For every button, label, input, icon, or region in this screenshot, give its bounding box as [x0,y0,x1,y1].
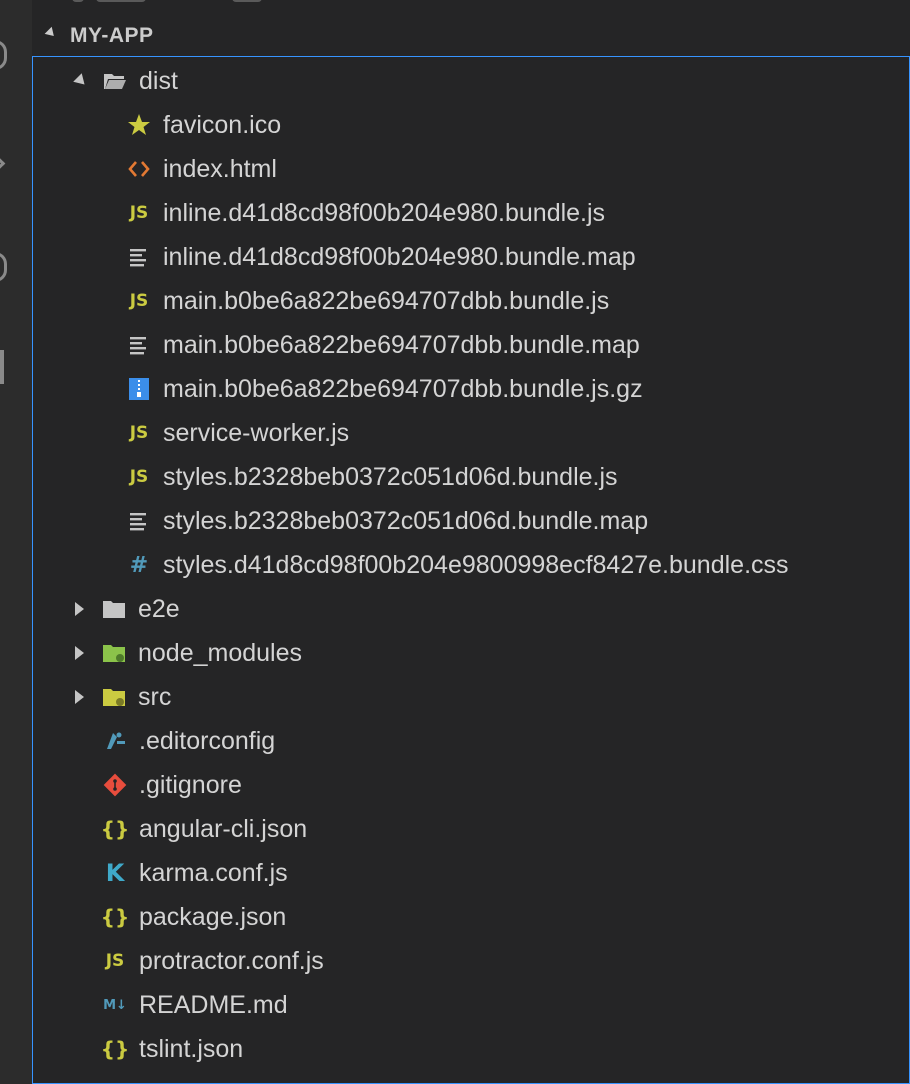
tree-item-file[interactable]: JS styles.b2328beb0372c051d06d.bundle.js [127,455,618,499]
chevron-right-icon [75,690,84,704]
explorer-sidebar: MY-APP dist favicon.ico index.html JS in… [32,10,910,1084]
chevron-down-icon [44,26,58,40]
js-icon: JS [129,423,149,443]
js-icon: JS [105,951,125,971]
section-title: MY-APP [70,24,154,47]
zip-icon [127,377,151,401]
tree-item-file[interactable]: {} angular-cli.json [100,807,307,851]
tree-item-file[interactable]: .gitignore [103,763,242,807]
tree-item-file[interactable]: favicon.ico [127,103,281,147]
js-icon: JS [129,203,149,223]
tree-item-file[interactable]: {} package.json [100,895,287,939]
map-file-icon [127,245,151,269]
tree-item-file[interactable]: index.html [127,147,277,191]
tree-item-file[interactable]: JS protractor.conf.js [103,939,324,983]
js-icon: JS [129,467,149,487]
tree-item-node-modules[interactable]: node_modules [75,631,302,675]
tree-item-file[interactable]: JS main.b0be6a822be694707dbb.bundle.js [127,279,610,323]
editorconfig-icon [103,729,127,753]
tree-item-file[interactable]: JS service-worker.js [127,411,349,455]
json-icon: {} [100,817,130,841]
star-icon [127,113,151,137]
node-folder-icon [102,641,126,665]
scrolled-top-strip [32,0,910,10]
tree-item-file[interactable]: {} tslint.json [100,1027,243,1071]
activity-item-icon[interactable] [0,40,7,70]
folder-icon [102,597,126,621]
activity-bar [0,0,32,1084]
tree-item-file[interactable]: K karma.conf.js [103,851,288,895]
tree-item-dist[interactable]: dist [73,59,178,103]
css-icon: # [129,552,149,578]
map-file-icon [127,333,151,357]
tree-item-file[interactable]: JS inline.d41d8cd98f00b204e980.bundle.js [127,191,605,235]
folder-open-icon [103,69,127,93]
map-file-icon [127,509,151,533]
tree-item-file[interactable]: .editorconfig [103,719,275,763]
activity-item-icon[interactable] [0,350,4,384]
chevron-down-icon [73,73,89,89]
src-folder-icon [102,685,126,709]
explorer-section-header[interactable]: MY-APP [32,18,910,54]
tree-item-file[interactable]: M↓ README.md [103,983,288,1027]
git-icon [103,773,127,797]
tree-item-e2e[interactable]: e2e [75,587,180,631]
tree-item-file[interactable]: main.b0be6a822be694707dbb.bundle.map [127,323,640,367]
tree-item-src[interactable]: src [75,675,171,719]
chevron-right-icon [75,602,84,616]
tree-item-file[interactable]: # styles.d41d8cd98f00b204e9800998ecf8427… [127,543,789,587]
markdown-icon: M↓ [103,997,127,1013]
chevron-right-icon [75,646,84,660]
karma-icon: K [105,859,125,887]
activity-item-icon[interactable] [0,155,6,172]
json-icon: {} [100,905,130,929]
js-icon: JS [129,291,149,311]
tree-item-file[interactable]: styles.b2328beb0372c051d06d.bundle.map [127,499,648,543]
html-icon [127,157,151,181]
tree-item-file[interactable]: inline.d41d8cd98f00b204e980.bundle.map [127,235,636,279]
activity-item-icon[interactable] [0,252,7,282]
file-tree: dist favicon.ico index.html JS inline.d4… [32,56,910,1084]
json-icon: {} [100,1037,130,1061]
tree-item-file[interactable]: main.b0be6a822be694707dbb.bundle.js.gz [127,367,643,411]
